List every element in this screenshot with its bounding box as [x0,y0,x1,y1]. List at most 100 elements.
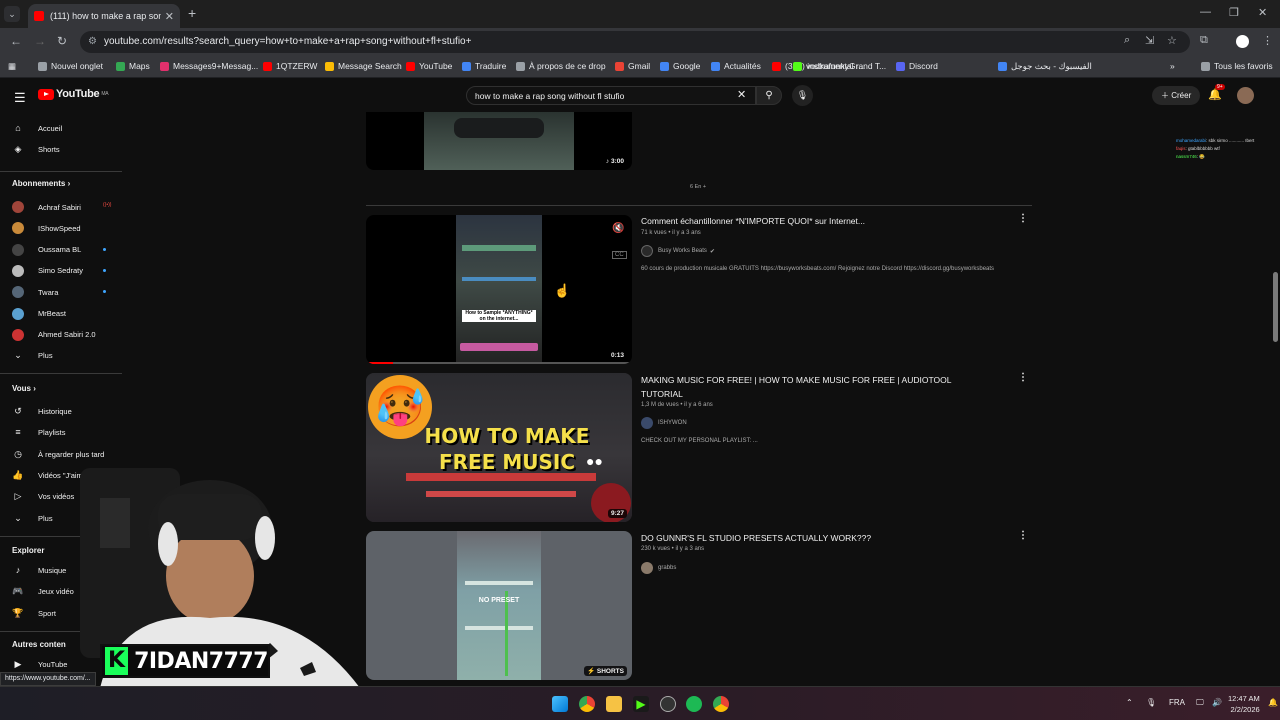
video-thumbnail[interactable]: NO PRESET ⚡ SHORTS [366,531,632,680]
sidebar-item-subscription[interactable]: Achraf Sabiri [12,201,81,213]
sidebar-item-history[interactable]: ↺ Historique [12,406,72,417]
profile-icon[interactable] [1236,35,1249,48]
search-button[interactable]: ⚲ [756,86,782,105]
sidebar-item-shorts[interactable]: ◈ Shorts [12,144,60,155]
captions-icon[interactable]: CC [612,251,627,259]
bookmark-item[interactable]: Discord [896,61,938,71]
bookmark-item[interactable]: vodkafunkyGrand T... [793,61,886,71]
bookmark-item[interactable]: Maps [116,61,150,71]
more-bookmarks-icon[interactable]: » [1170,61,1175,71]
video-thumbnail[interactable]: 🥵 HOW TO MAKE FREE MUSIC ●● 9:27 [366,373,632,522]
sidebar-item-subscription[interactable]: Twara [12,286,58,299]
bookmark-item[interactable]: YouTube [406,61,452,71]
bookmark-label: Tous les favoris [1214,61,1273,71]
bookmark-item[interactable]: 1QTZERW [263,61,317,71]
video-thumbnail-prev[interactable]: ♪ 3:00 [366,112,632,170]
sidebar-item-subscription[interactable]: IShowSpeed [12,222,81,235]
windows-start-icon[interactable] [552,696,568,712]
channel-link[interactable]: ISHYWON [641,417,687,429]
extensions-icon[interactable]: ⧉ [1200,34,1208,47]
video-title[interactable]: DO GUNNR'S FL STUDIO PRESETS ACTUALLY WO… [641,531,981,545]
obs-icon[interactable] [660,696,676,712]
forward-icon[interactable]: → [34,34,46,48]
site-info-icon[interactable]: ⚙ [88,31,97,53]
search-input[interactable]: how to make a rap song without fl stufio [466,86,756,105]
search-input-value: how to make a rap song without fl stufio [475,91,625,101]
video-thumbnail[interactable]: How to Sample *ANYTHING* on the internet… [366,215,632,364]
network-icon[interactable]: 🖵 [1196,698,1204,708]
bookmark-item[interactable]: Traduire [462,61,506,71]
bookmarks-bar: ▦ » Nouvel onglet Maps Messages9+Messag...… [0,56,1280,78]
browser-menu-icon[interactable]: ⋮ [1262,34,1273,47]
bookmark-item[interactable]: À propos de ce drop [516,61,606,71]
streaming-app-icon[interactable]: ▶ [633,696,649,712]
restore-icon[interactable]: ❐ [1229,6,1239,19]
volume-icon[interactable]: 🔊 [1212,698,1222,707]
video-title[interactable]: Comment échantillonner *N'IMPORTE QUOI* … [641,214,981,228]
address-bar[interactable]: ⚙ youtube.com/results?search_query=how+t… [80,31,1190,53]
scrollbar-thumb[interactable] [1273,272,1278,342]
account-avatar[interactable] [1237,87,1254,104]
chrome-active-icon[interactable] [713,696,729,712]
bookmark-label: الفيسبوك - بحث جوجل [1011,61,1092,71]
bookmark-item[interactable]: Gmail [615,61,650,71]
new-tab-button[interactable]: + [188,5,196,21]
tab-close-icon[interactable]: ✕ [165,10,174,23]
notification-center-icon[interactable]: 🔔 [1268,698,1278,707]
show-more-link[interactable]: 6 En + [690,184,706,190]
voice-search-icon[interactable]: 🎙 [792,85,813,106]
mute-icon[interactable]: 🔇 [612,223,624,234]
bookmark-item[interactable]: Tous les favoris [1201,61,1273,71]
youtube-logo[interactable]: YouTube MA [38,88,109,100]
video-duration: 0:13 [607,351,627,360]
more-actions-icon[interactable]: ⋮ [1018,372,1028,383]
bookmark-item[interactable]: Message Search [325,61,402,71]
notifications-icon[interactable]: 🔔 9+ [1208,84,1225,101]
page-scrollbar[interactable] [1272,80,1280,680]
reload-icon[interactable]: ↻ [57,34,67,48]
window-close-icon[interactable]: ✕ [1258,6,1267,19]
language-indicator[interactable]: FRA [1169,698,1185,707]
bookmark-item[interactable]: Messages9+Messag... [160,61,258,71]
sidebar-item-playlists[interactable]: ≡ Playlists [12,427,65,437]
cursor-icon: ☝ [554,283,571,298]
sidebar-item-subscription[interactable]: Simo Sedraty [12,264,83,277]
tab-search-icon[interactable]: ⌄ [4,6,20,22]
you-header[interactable]: Vous › [12,384,36,393]
bookmark-star-icon[interactable]: ☆ [1167,34,1177,47]
menu-icon[interactable]: ☰ [14,90,26,106]
sidebar-item-subscription[interactable]: Oussama BL [12,243,82,256]
sidebar-item-trophy[interactable]: 🏆 Sport [12,608,56,619]
sidebar-item-music[interactable]: ♪ Musique [12,565,67,575]
install-app-icon[interactable]: ⇲ [1145,34,1154,47]
sidebar-show-more-subs[interactable]: ⌄ Plus [12,350,52,361]
minimize-icon[interactable]: — [1200,6,1211,18]
browser-tab-active[interactable]: (111) how to make a rap song ... ✕ [28,4,180,28]
bookmark-item[interactable]: Google [660,61,700,71]
sidebar-item-subscription[interactable]: Ahmed Sabiri 2.0 [12,328,96,341]
sidebar-item-label: Oussama BL [38,245,82,255]
subscriptions-header[interactable]: Abonnements › [12,179,70,188]
spotify-icon[interactable] [686,696,702,712]
more-actions-icon[interactable]: ⋮ [1018,530,1028,541]
video-title[interactable]: MAKING MUSIC FOR FREE! | HOW TO MAKE MUS… [641,373,981,401]
sidebar-item-home[interactable]: ⌂ Accueil [12,123,62,133]
chrome-icon[interactable] [579,696,595,712]
more-actions-icon[interactable]: ⋮ [1018,213,1028,224]
zoom-icon[interactable]: ⌕ [1124,34,1130,47]
sidebar-item-subscription[interactable]: MrBeast [12,307,66,320]
channel-link[interactable]: grabbs [641,562,676,574]
microphone-icon[interactable]: 🎙 [1146,698,1156,707]
back-icon[interactable]: ← [10,34,22,48]
sidebar-show-more-you[interactable]: ⌄ Plus [12,513,52,524]
bookmark-item[interactable]: Actualités [711,61,761,71]
channel-link[interactable]: Busy Works Beats ✔ [641,245,715,257]
file-explorer-icon[interactable] [606,696,622,712]
system-clock[interactable]: 12:47 AM 2/2/2026 [1228,693,1260,715]
apps-grid-icon[interactable]: ▦ [8,61,16,72]
clear-search-icon[interactable]: ✕ [737,88,746,101]
bookmark-item[interactable]: Nouvel onglet [38,61,103,71]
create-button[interactable]: ＋ Créer [1152,86,1201,105]
bookmark-item[interactable]: الفيسبوك - بحث جوجل [998,61,1092,72]
tray-overflow-icon[interactable]: ⌃ [1126,698,1133,707]
